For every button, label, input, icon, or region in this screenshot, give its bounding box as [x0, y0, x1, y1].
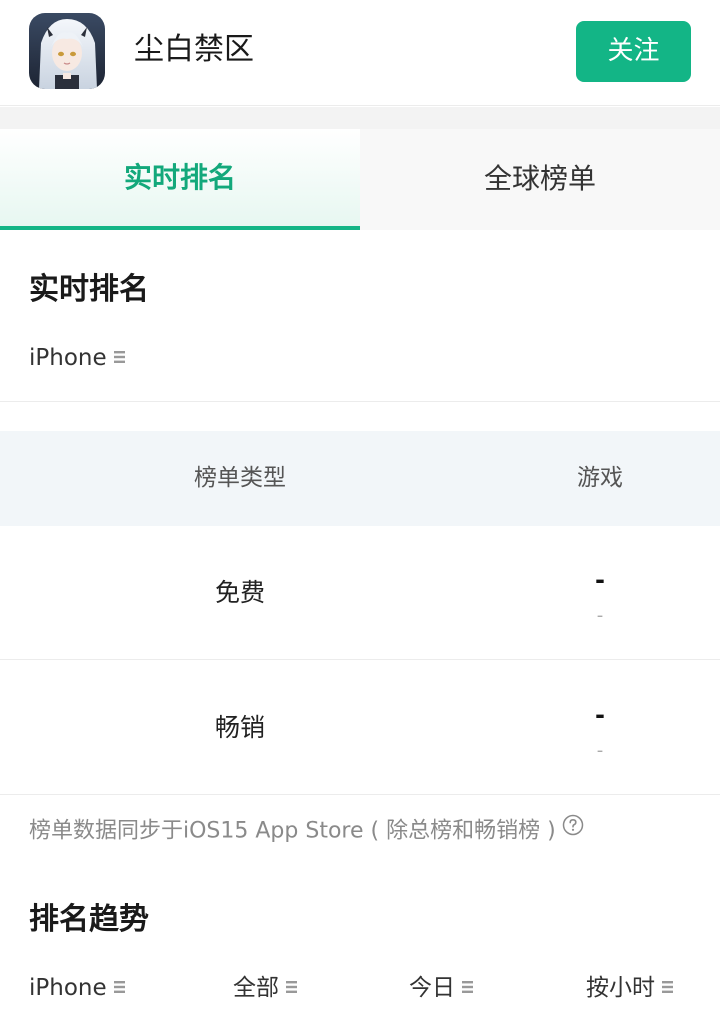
menu-icon [662, 972, 673, 1002]
app-icon[interactable] [29, 13, 105, 89]
trend-device-filter[interactable]: iPhone [29, 973, 125, 1004]
row-rank-change: - [596, 605, 604, 626]
trend-granularity-filter-label: 按小时 [586, 975, 655, 1001]
row-rank: - [595, 701, 605, 729]
tab-realtime-ranking[interactable]: 实时排名 [0, 129, 360, 230]
table-row-free: 免费 - - [0, 526, 720, 660]
menu-icon [113, 972, 125, 1002]
column-header-games: 游戏 [577, 465, 623, 491]
follow-button[interactable]: 关注 [576, 21, 691, 82]
tab-global-charts[interactable]: 全球榜单 [360, 129, 720, 230]
row-rank: - [595, 566, 605, 594]
menu-icon [462, 972, 473, 1002]
row-chart-type: 畅销 [214, 713, 265, 742]
trend-granularity-filter[interactable]: 按小时 [586, 973, 673, 1004]
trend-section-title: 排名趋势 [29, 902, 149, 937]
help-icon[interactable] [562, 814, 584, 845]
trend-device-filter-label: iPhone [29, 975, 107, 1001]
table-row-grossing: 畅销 - - [0, 661, 720, 795]
data-source-note-text: 榜单数据同步于iOS15 App Store ( 除总榜和畅销榜 ) [29, 818, 556, 844]
divider [0, 401, 720, 402]
tab-bar: 实时排名 全球榜单 [0, 129, 720, 230]
trend-scope-filter-label: 全部 [233, 975, 279, 1001]
app-header: 尘白禁区 关注 [0, 0, 720, 106]
app-name: 尘白禁区 [134, 32, 254, 67]
app-icon-image [29, 13, 105, 89]
menu-icon [286, 972, 297, 1002]
realtime-section-title: 实时排名 [29, 272, 149, 307]
device-filter-dropdown[interactable]: iPhone [29, 343, 125, 374]
column-header-chart-type: 榜单类型 [194, 465, 286, 491]
section-gap [0, 107, 720, 129]
trend-period-filter-label: 今日 [409, 975, 455, 1001]
data-source-note: 榜单数据同步于iOS15 App Store ( 除总榜和畅销榜 ) [29, 814, 584, 847]
menu-icon [113, 342, 125, 372]
trend-scope-filter[interactable]: 全部 [233, 973, 297, 1004]
device-filter-label: iPhone [29, 345, 107, 371]
trend-period-filter[interactable]: 今日 [409, 973, 473, 1004]
row-rank-change: - [596, 740, 604, 761]
ranking-table-header: 榜单类型 游戏 [0, 431, 720, 526]
row-chart-type: 免费 [214, 578, 265, 607]
